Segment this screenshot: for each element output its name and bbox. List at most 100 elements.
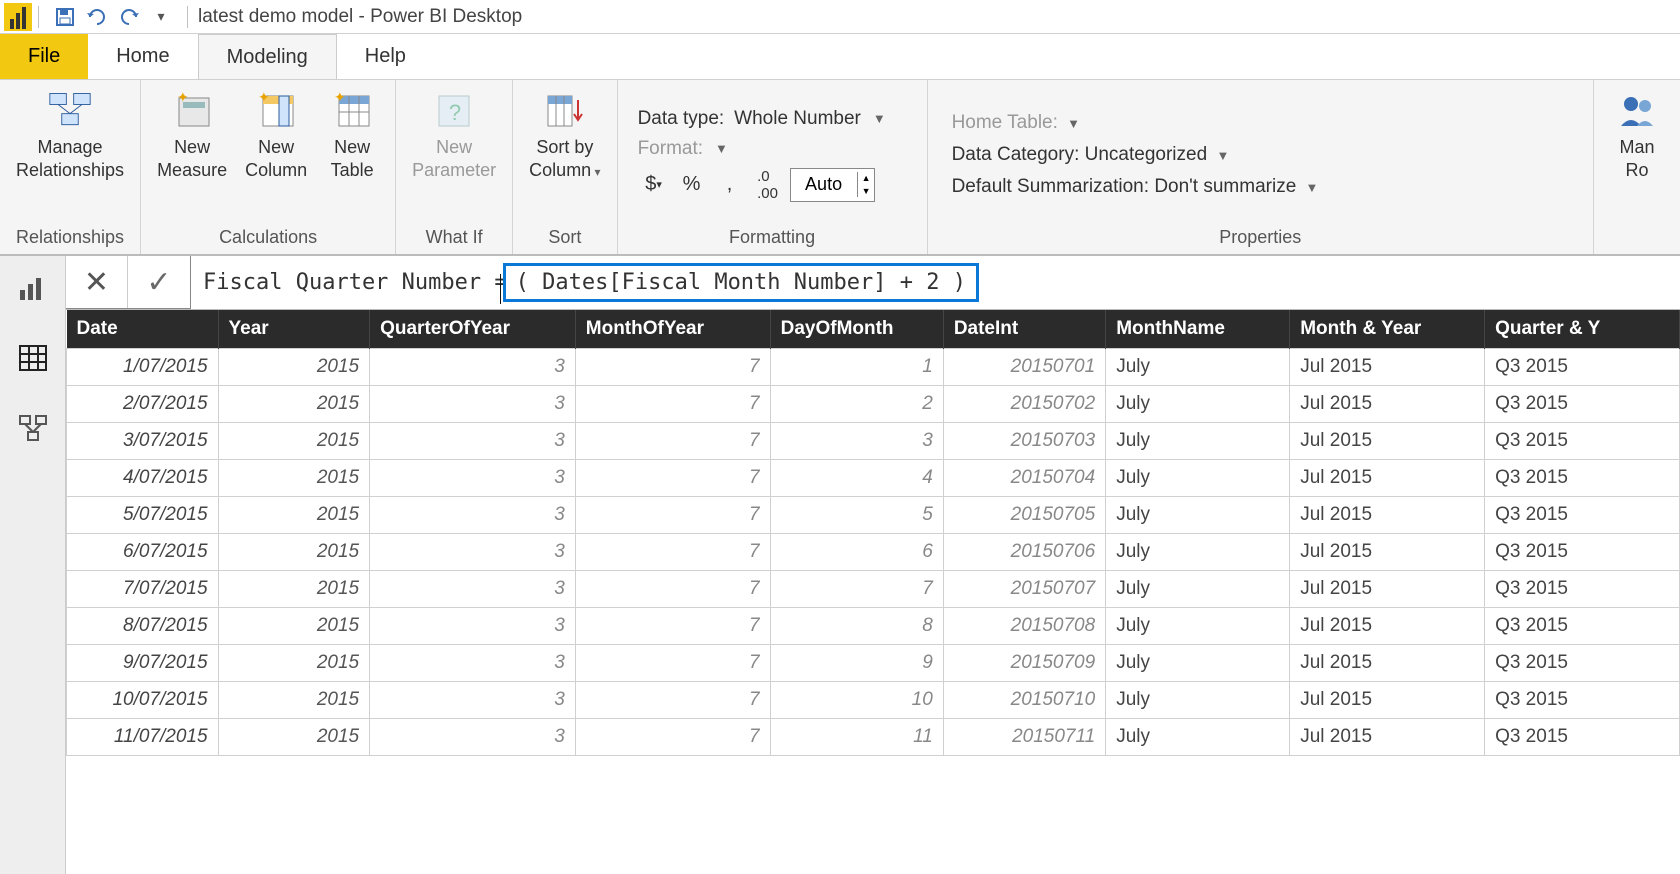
cell[interactable]: 3 xyxy=(370,534,576,571)
cell[interactable]: July xyxy=(1106,571,1290,608)
cell[interactable]: 9/07/2015 xyxy=(67,645,219,682)
cell[interactable]: 4 xyxy=(770,460,943,497)
cell[interactable]: Q3 2015 xyxy=(1485,645,1680,682)
cell[interactable]: July xyxy=(1106,608,1290,645)
table-row[interactable]: 5/07/2015201537520150705JulyJul 2015Q3 2… xyxy=(67,497,1680,534)
cell[interactable]: 20150711 xyxy=(943,719,1105,756)
cell[interactable]: 6 xyxy=(770,534,943,571)
new-column-button[interactable]: ✦ New Column xyxy=(237,84,315,185)
cell[interactable]: 4/07/2015 xyxy=(67,460,219,497)
cell[interactable]: 7 xyxy=(575,682,770,719)
commit-formula-icon[interactable]: ✓ xyxy=(128,256,190,308)
cell[interactable]: July xyxy=(1106,645,1290,682)
cell[interactable]: 8 xyxy=(770,608,943,645)
cell[interactable]: Q3 2015 xyxy=(1485,423,1680,460)
cell[interactable]: 20150702 xyxy=(943,386,1105,423)
cell[interactable]: 2015 xyxy=(218,349,370,386)
cell[interactable]: 7 xyxy=(575,349,770,386)
data-type-dropdown[interactable]: Data type: Whole Number ▼ xyxy=(638,108,907,130)
cell[interactable]: 10 xyxy=(770,682,943,719)
cell[interactable]: Jul 2015 xyxy=(1290,460,1485,497)
cell[interactable]: Jul 2015 xyxy=(1290,571,1485,608)
table-row[interactable]: 10/07/20152015371020150710JulyJul 2015Q3… xyxy=(67,682,1680,719)
cell[interactable]: 7 xyxy=(575,460,770,497)
thousands-button[interactable]: , xyxy=(714,170,746,200)
cell[interactable]: Jul 2015 xyxy=(1290,497,1485,534)
tab-file[interactable]: File xyxy=(0,34,88,79)
cell[interactable]: 2015 xyxy=(218,719,370,756)
tab-help[interactable]: Help xyxy=(337,34,434,79)
cell[interactable]: Q3 2015 xyxy=(1485,682,1680,719)
cell[interactable]: 5/07/2015 xyxy=(67,497,219,534)
cell[interactable]: 3 xyxy=(370,719,576,756)
cell[interactable]: 3 xyxy=(370,608,576,645)
cell[interactable]: 20150706 xyxy=(943,534,1105,571)
cell[interactable]: 2015 xyxy=(218,423,370,460)
cell[interactable]: 3 xyxy=(370,349,576,386)
table-row[interactable]: 9/07/2015201537920150709JulyJul 2015Q3 2… xyxy=(67,645,1680,682)
table-row[interactable]: 6/07/2015201537620150706JulyJul 2015Q3 2… xyxy=(67,534,1680,571)
cell[interactable]: 3 xyxy=(370,386,576,423)
report-view-icon[interactable] xyxy=(15,270,51,306)
cell[interactable]: 7 xyxy=(770,571,943,608)
undo-icon[interactable] xyxy=(83,4,111,30)
column-header[interactable]: Year xyxy=(218,310,370,349)
cell[interactable]: 3 xyxy=(370,423,576,460)
column-header[interactable]: DayOfMonth xyxy=(770,310,943,349)
cell[interactable]: July xyxy=(1106,386,1290,423)
redo-icon[interactable] xyxy=(115,4,143,30)
cell[interactable]: 2015 xyxy=(218,608,370,645)
column-header[interactable]: Date xyxy=(67,310,219,349)
new-table-button[interactable]: ✦ New Table xyxy=(317,84,387,185)
cell[interactable]: Q3 2015 xyxy=(1485,497,1680,534)
cell[interactable]: Q3 2015 xyxy=(1485,460,1680,497)
table-row[interactable]: 2/07/2015201537220150702JulyJul 2015Q3 2… xyxy=(67,386,1680,423)
table-row[interactable]: 1/07/2015201537120150701JulyJul 2015Q3 2… xyxy=(67,349,1680,386)
cell[interactable]: 9 xyxy=(770,645,943,682)
cell[interactable]: 7 xyxy=(575,719,770,756)
cell[interactable]: 11 xyxy=(770,719,943,756)
cell[interactable]: 3 xyxy=(370,645,576,682)
default-summarization-dropdown[interactable]: Default Summarization: Don't summarize ▼ xyxy=(952,176,1569,198)
model-view-icon[interactable] xyxy=(15,410,51,446)
currency-button[interactable]: $▾ xyxy=(638,170,670,200)
tab-modeling[interactable]: Modeling xyxy=(198,34,337,79)
table-row[interactable]: 4/07/2015201537420150704JulyJul 2015Q3 2… xyxy=(67,460,1680,497)
cell[interactable]: 2015 xyxy=(218,497,370,534)
cell[interactable]: 2015 xyxy=(218,534,370,571)
cell[interactable]: Q3 2015 xyxy=(1485,608,1680,645)
cell[interactable]: 3 xyxy=(370,497,576,534)
cell[interactable]: 3 xyxy=(370,682,576,719)
cell[interactable]: Q3 2015 xyxy=(1485,719,1680,756)
cell[interactable]: Q3 2015 xyxy=(1485,571,1680,608)
cell[interactable]: 2015 xyxy=(218,682,370,719)
cell[interactable]: Jul 2015 xyxy=(1290,645,1485,682)
cell[interactable]: 5 xyxy=(770,497,943,534)
data-category-dropdown[interactable]: Data Category: Uncategorized ▼ xyxy=(952,144,1569,166)
cell[interactable]: 10/07/2015 xyxy=(67,682,219,719)
cell[interactable]: 20150710 xyxy=(943,682,1105,719)
sort-by-column-button[interactable]: Sort by Column xyxy=(521,84,608,185)
cell[interactable]: Jul 2015 xyxy=(1290,534,1485,571)
cell[interactable]: 1 xyxy=(770,349,943,386)
column-header[interactable]: DateInt xyxy=(943,310,1105,349)
table-row[interactable]: 3/07/2015201537320150703JulyJul 2015Q3 2… xyxy=(67,423,1680,460)
cell[interactable]: 20150708 xyxy=(943,608,1105,645)
cell[interactable]: July xyxy=(1106,719,1290,756)
cell[interactable]: July xyxy=(1106,682,1290,719)
cell[interactable]: Q3 2015 xyxy=(1485,534,1680,571)
cell[interactable]: Jul 2015 xyxy=(1290,608,1485,645)
cell[interactable]: 2/07/2015 xyxy=(67,386,219,423)
save-icon[interactable] xyxy=(51,4,79,30)
cell[interactable]: 20150704 xyxy=(943,460,1105,497)
cell[interactable]: 7 xyxy=(575,386,770,423)
cell[interactable]: Jul 2015 xyxy=(1290,682,1485,719)
cell[interactable]: Jul 2015 xyxy=(1290,423,1485,460)
cell[interactable]: 8/07/2015 xyxy=(67,608,219,645)
column-header[interactable]: Quarter & Y xyxy=(1485,310,1680,349)
cell[interactable]: 20150709 xyxy=(943,645,1105,682)
new-measure-button[interactable]: ✦ New Measure xyxy=(149,84,235,185)
cell[interactable]: 7 xyxy=(575,645,770,682)
manage-relationships-button[interactable]: Manage Relationships xyxy=(8,84,132,185)
cell[interactable]: 3 xyxy=(370,460,576,497)
